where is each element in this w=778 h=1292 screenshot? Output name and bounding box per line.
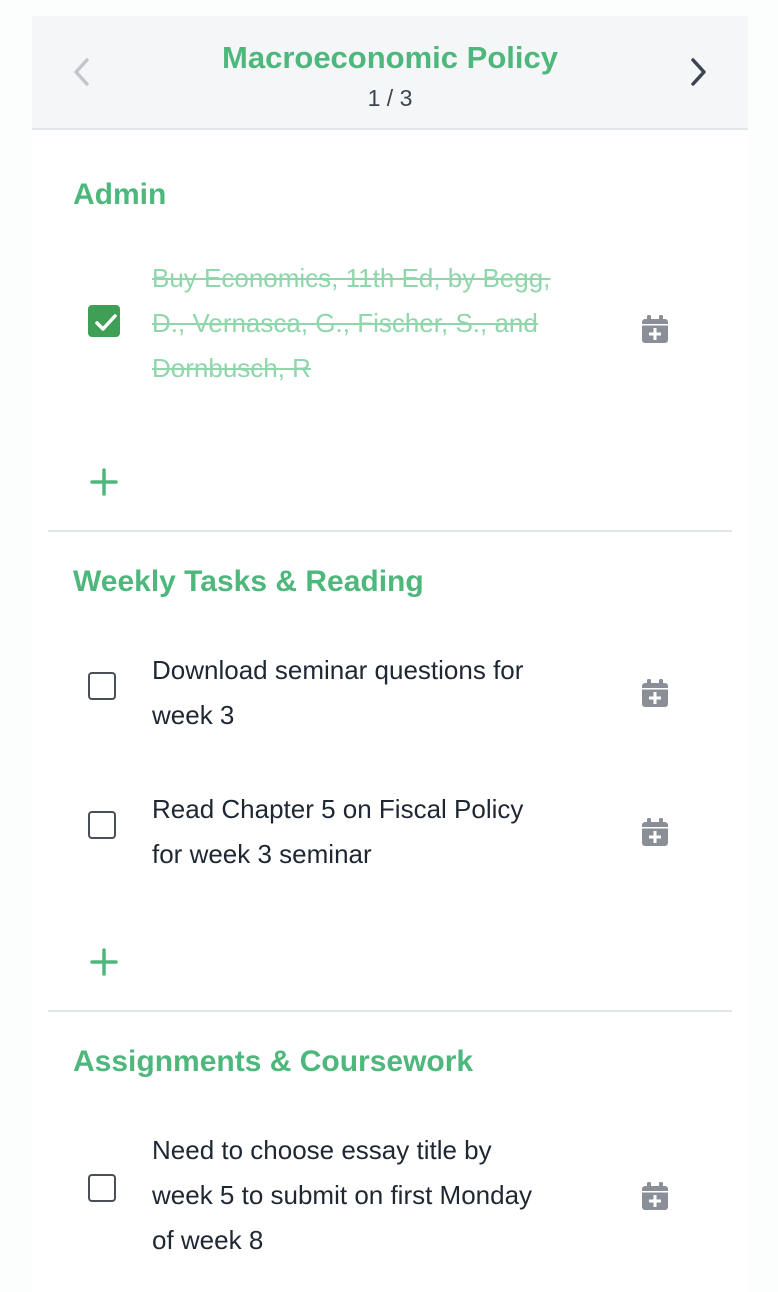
- task-checkbox[interactable]: [88, 672, 116, 700]
- task-item: Download seminar questions for week 3: [48, 648, 732, 748]
- course-card: Macroeconomic Policy 1 / 3 Admin Buy Eco…: [32, 16, 748, 1292]
- calendar-plus-icon: [642, 818, 668, 846]
- task-text[interactable]: Read Chapter 5 on Fiscal Policy for week…: [152, 787, 552, 877]
- task-checkbox[interactable]: [88, 811, 116, 839]
- page-indicator: 1 / 3: [367, 85, 413, 111]
- checkmark-icon: [95, 314, 117, 331]
- plus-icon: [90, 468, 118, 496]
- task-item: Buy Economics, 11th Ed, by Begg, D., Ver…: [48, 256, 732, 391]
- course-title: Macroeconomic Policy: [222, 40, 558, 75]
- add-to-calendar-button[interactable]: [641, 678, 669, 708]
- task-text[interactable]: Download seminar questions for week 3: [152, 648, 552, 738]
- page: Macroeconomic Policy 1 / 3 Admin Buy Eco…: [0, 0, 778, 1292]
- task-text[interactable]: Buy Economics, 11th Ed, by Begg, D., Ver…: [152, 256, 552, 391]
- add-to-calendar-button[interactable]: [641, 817, 669, 847]
- add-task-button[interactable]: [88, 466, 120, 498]
- next-course-button[interactable]: [674, 48, 722, 96]
- section-assignments: Assignments & Coursework Need to choose …: [48, 1012, 732, 1292]
- plus-icon: [90, 948, 118, 976]
- task-item: Read Chapter 5 on Fiscal Policy for week…: [48, 787, 732, 887]
- section-admin: Admin Buy Economics, 11th Ed, by Begg, D…: [48, 146, 732, 532]
- task-item: Need to choose essay title by week 5 to …: [48, 1128, 732, 1273]
- add-to-calendar-button[interactable]: [641, 314, 669, 344]
- calendar-plus-icon: [642, 1182, 668, 1210]
- chevron-right-icon: [691, 58, 706, 86]
- task-checkbox[interactable]: [88, 305, 120, 337]
- calendar-plus-icon: [642, 315, 668, 343]
- calendar-plus-icon: [642, 679, 668, 707]
- course-header: Macroeconomic Policy 1 / 3: [32, 16, 748, 130]
- task-checkbox[interactable]: [88, 1174, 116, 1202]
- section-weekly-tasks: Weekly Tasks & Reading Download seminar …: [48, 532, 732, 1012]
- section-title: Assignments & Coursework: [73, 1045, 474, 1078]
- add-task-button[interactable]: [88, 946, 120, 978]
- section-title: Weekly Tasks & Reading: [73, 565, 424, 598]
- section-title: Admin: [73, 178, 167, 211]
- task-text[interactable]: Need to choose essay title by week 5 to …: [152, 1128, 552, 1263]
- add-to-calendar-button[interactable]: [641, 1181, 669, 1211]
